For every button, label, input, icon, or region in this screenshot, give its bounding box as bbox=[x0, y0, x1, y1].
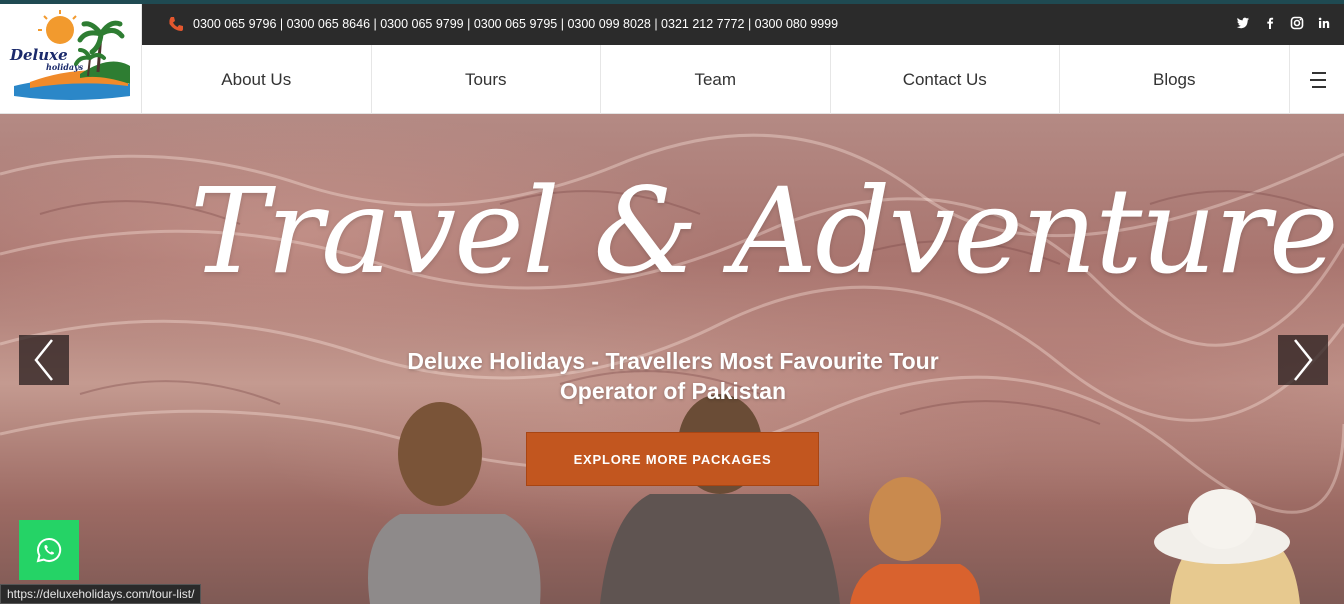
slider-next-button[interactable] bbox=[1278, 335, 1328, 385]
nav-item-contact-us[interactable]: Contact Us bbox=[831, 45, 1060, 114]
nav-item-blogs[interactable]: Blogs bbox=[1060, 45, 1290, 114]
explore-packages-button[interactable]: EXPLORE MORE PACKAGES bbox=[526, 432, 819, 486]
linkedin-icon[interactable] bbox=[1317, 16, 1331, 30]
main-navigation: About Us Tours Team Contact Us Blogs bbox=[142, 45, 1344, 114]
nav-item-tours[interactable]: Tours bbox=[372, 45, 601, 114]
logo-text-holidays: holidays bbox=[46, 62, 84, 72]
hero-slider: Travel & Adventure Deluxe Holidays - Tra… bbox=[0, 114, 1344, 604]
hero-title: Travel & Adventure bbox=[190, 162, 1339, 300]
instagram-icon[interactable] bbox=[1290, 16, 1304, 30]
whatsapp-chat-button[interactable] bbox=[19, 520, 79, 580]
phone-numbers[interactable]: 0300 065 9796 | 0300 065 8646 | 0300 065… bbox=[193, 17, 838, 31]
browser-status-url: https://deluxeholidays.com/tour-list/ bbox=[0, 584, 202, 604]
slider-prev-button[interactable] bbox=[19, 335, 69, 385]
hero-subtitle: Deluxe Holidays - Travellers Most Favour… bbox=[407, 348, 939, 404]
top-contact-bar: 0300 065 9796 | 0300 065 8646 | 0300 065… bbox=[142, 4, 1344, 45]
whatsapp-icon bbox=[36, 537, 62, 563]
twitter-icon[interactable] bbox=[1236, 16, 1250, 30]
facebook-icon[interactable] bbox=[1263, 16, 1277, 30]
chevron-left-icon bbox=[34, 339, 53, 381]
hamburger-menu-icon bbox=[1310, 71, 1326, 88]
phone-icon bbox=[169, 17, 183, 31]
chevron-right-icon bbox=[1294, 339, 1313, 381]
site-logo[interactable]: Deluxe holidays bbox=[0, 4, 142, 114]
nav-item-team[interactable]: Team bbox=[601, 45, 831, 114]
nav-item-about-us[interactable]: About Us bbox=[142, 45, 372, 114]
menu-button[interactable] bbox=[1292, 45, 1344, 114]
